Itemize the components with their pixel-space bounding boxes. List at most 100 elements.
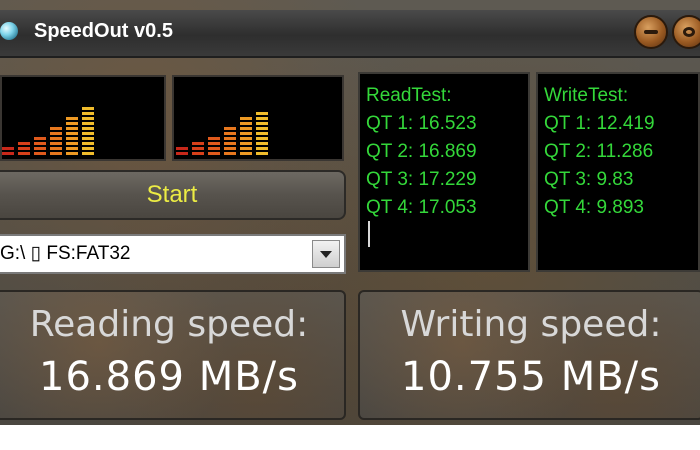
level-segment (18, 142, 30, 145)
level-segment (66, 152, 78, 155)
level-segment (256, 142, 268, 145)
level-segment (240, 152, 252, 155)
level-segment (256, 152, 268, 155)
level-segment (208, 152, 220, 155)
writing-speed-value: 10.755 MB/s (401, 354, 661, 400)
write-result-4: QT 4: 9.893 (544, 197, 644, 218)
level-segment (224, 142, 236, 145)
window-title: SpeedOut v0.5 (34, 20, 173, 42)
level-segment (50, 147, 62, 150)
level-segment (34, 147, 46, 150)
level-segment (34, 142, 46, 145)
level-segment (176, 152, 188, 155)
level-segment (18, 152, 30, 155)
level-segment (82, 112, 94, 115)
level-segment (50, 127, 62, 130)
minimize-icon (644, 30, 658, 34)
level-segment (240, 122, 252, 125)
drive-select-value: G:\ ▯ FS:FAT32 (0, 243, 131, 264)
level-segment (176, 147, 188, 150)
level-segment (240, 147, 252, 150)
write-test-panel: WriteTest: QT 1: 12.419 QT 2: 11.286 QT … (536, 72, 700, 272)
level-segment (66, 127, 78, 130)
level-segment (256, 117, 268, 120)
level-segment (18, 147, 30, 150)
level-segment (82, 122, 94, 125)
level-segment (66, 142, 78, 145)
level-segment (2, 147, 14, 150)
read-result-1: QT 1: 16.523 (366, 113, 477, 134)
level-segment (82, 117, 94, 120)
level-segment (66, 137, 78, 140)
level-segment (256, 127, 268, 130)
read-result-2: QT 2: 16.869 (366, 141, 477, 162)
level-bar (256, 81, 268, 159)
read-level-meter (0, 75, 166, 161)
level-segment (2, 152, 14, 155)
app-orb-icon (0, 22, 18, 40)
level-segment (82, 152, 94, 155)
level-segment (82, 107, 94, 110)
close-button[interactable] (672, 15, 700, 49)
level-segment (256, 132, 268, 135)
write-level-meter (172, 75, 344, 161)
level-segment (50, 132, 62, 135)
level-segment (82, 147, 94, 150)
level-segment (82, 127, 94, 130)
level-segment (34, 137, 46, 140)
write-result-2: QT 2: 11.286 (544, 141, 654, 162)
level-segment (66, 122, 78, 125)
level-segment (224, 127, 236, 130)
level-segment (240, 137, 252, 140)
level-segment (256, 112, 268, 115)
close-icon (683, 27, 695, 37)
level-segment (224, 132, 236, 135)
writing-speed-label: Writing speed: (400, 304, 662, 345)
level-segment (256, 147, 268, 150)
write-test-heading: WriteTest: (544, 85, 629, 106)
level-bar (34, 81, 46, 159)
level-bar (82, 81, 94, 159)
read-test-heading: ReadTest: (366, 85, 452, 106)
level-bar (208, 81, 220, 159)
reading-speed-label: Reading speed: (29, 304, 309, 345)
reading-speed-value: 16.869 MB/s (39, 354, 299, 400)
level-segment (50, 142, 62, 145)
minimize-button[interactable] (634, 15, 668, 49)
level-segment (192, 142, 204, 145)
level-segment (256, 137, 268, 140)
level-segment (224, 152, 236, 155)
level-segment (34, 152, 46, 155)
read-result-3: QT 3: 17.229 (366, 169, 477, 190)
level-segment (240, 127, 252, 130)
dropdown-button[interactable] (312, 240, 340, 268)
level-segment (50, 137, 62, 140)
write-result-1: QT 1: 12.419 (544, 113, 655, 134)
level-segment (192, 147, 204, 150)
level-segment (240, 117, 252, 120)
level-segment (208, 147, 220, 150)
level-segment (82, 137, 94, 140)
level-segment (224, 137, 236, 140)
level-bar (66, 81, 78, 159)
start-button[interactable]: Start (0, 170, 346, 220)
read-result-4: QT 4: 17.053 (366, 197, 477, 218)
level-segment (192, 152, 204, 155)
level-bar (50, 81, 62, 159)
level-segment (82, 142, 94, 145)
level-segment (208, 137, 220, 140)
level-segment (240, 142, 252, 145)
level-segment (66, 147, 78, 150)
level-segment (224, 147, 236, 150)
level-segment (208, 142, 220, 145)
level-segment (82, 132, 94, 135)
writing-speed-box: Writing speed: 10.755 MB/s (358, 290, 700, 420)
read-test-panel: ReadTest: QT 1: 16.523 QT 2: 16.869 QT 3… (358, 72, 530, 272)
drive-select[interactable]: G:\ ▯ FS:FAT32 (0, 234, 346, 274)
chevron-down-icon (320, 251, 332, 258)
text-caret (368, 221, 370, 247)
level-segment (240, 132, 252, 135)
level-segment (50, 152, 62, 155)
write-result-3: QT 3: 9.83 (544, 169, 634, 190)
level-bar (18, 81, 30, 159)
